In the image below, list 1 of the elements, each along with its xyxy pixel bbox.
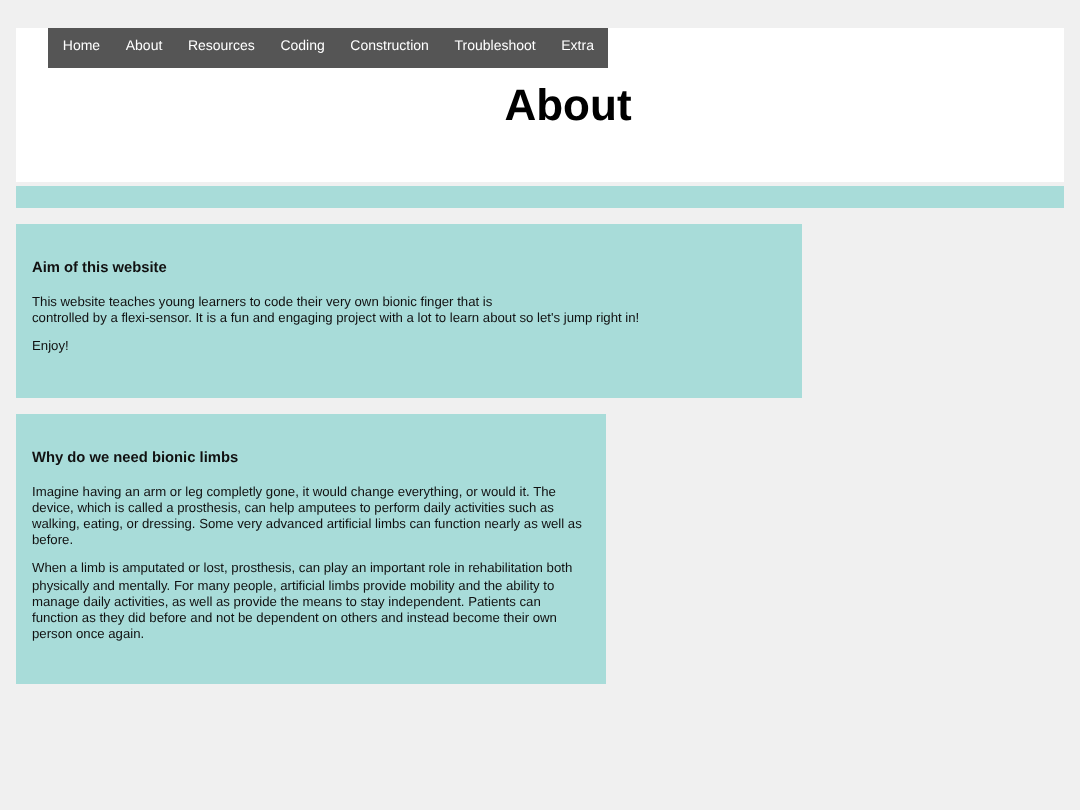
page-title: About: [502, 80, 634, 132]
